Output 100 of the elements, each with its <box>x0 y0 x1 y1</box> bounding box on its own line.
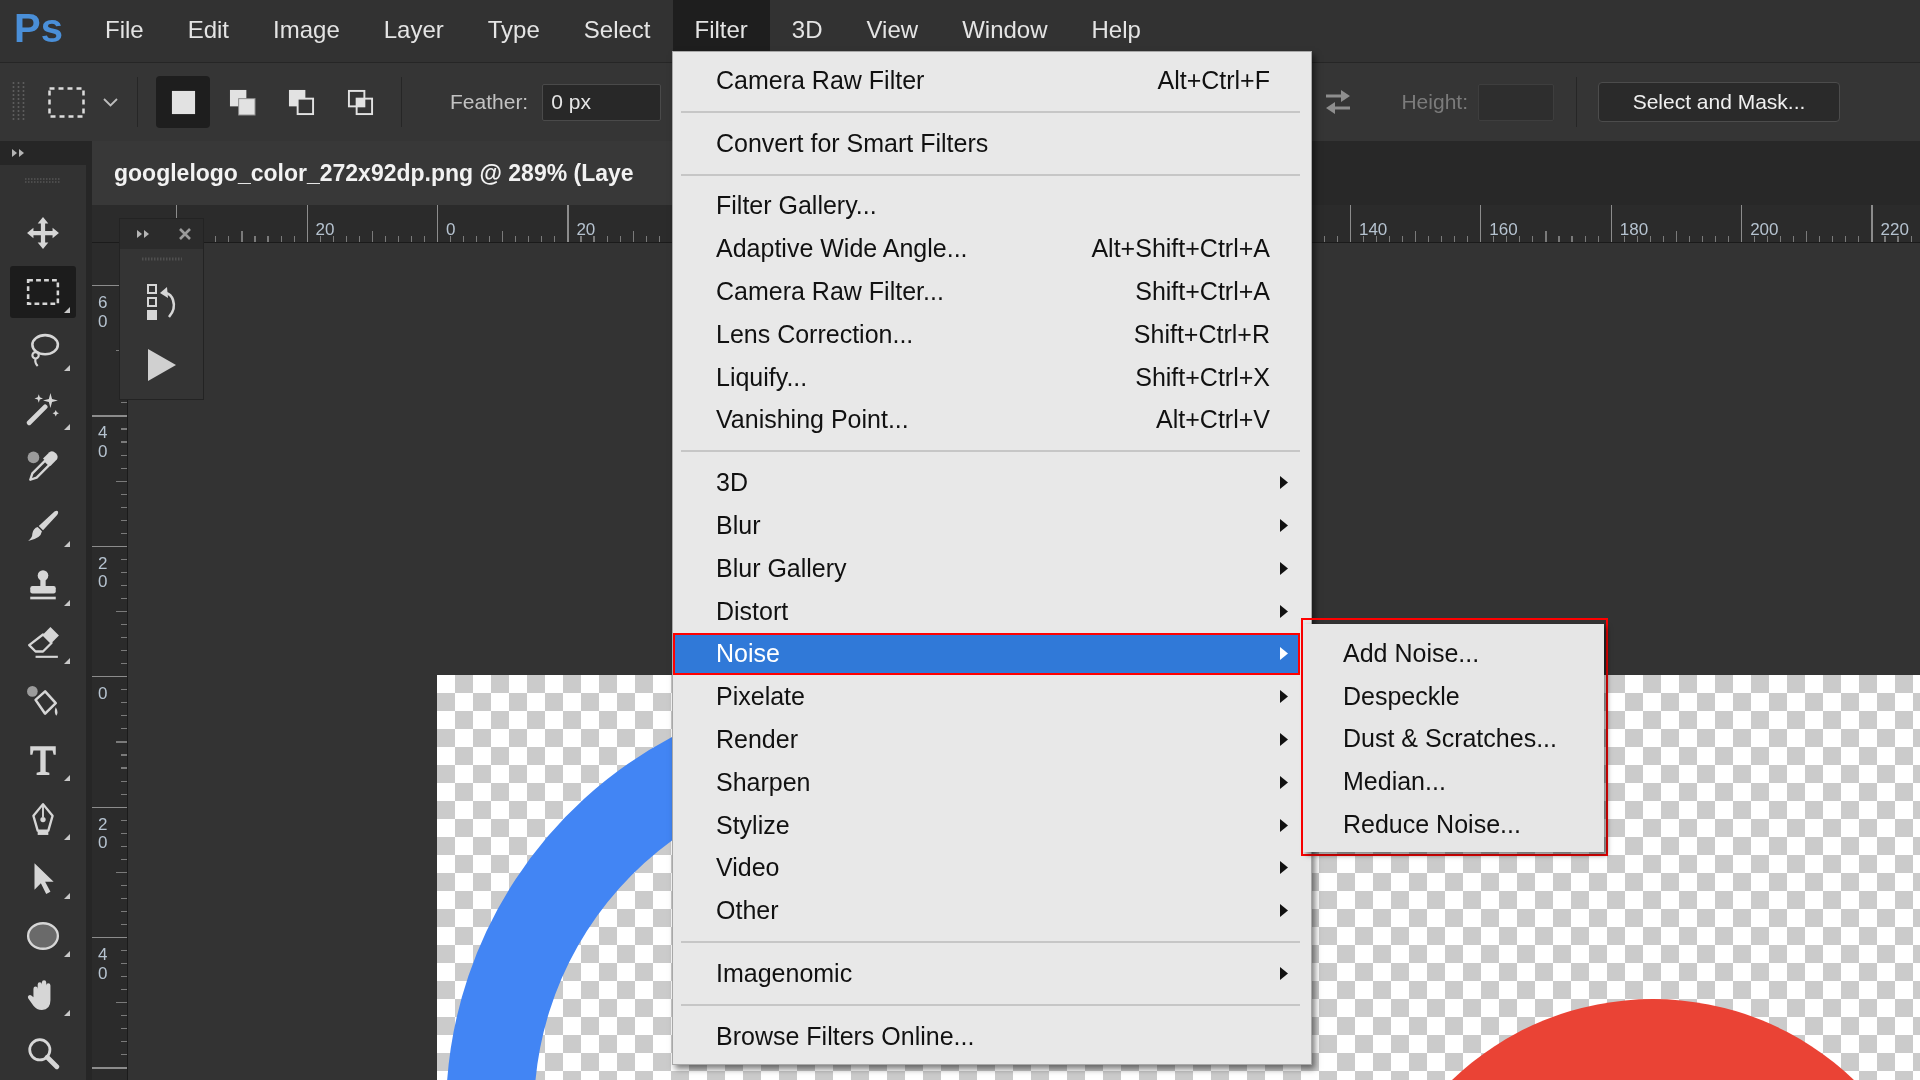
menu-item[interactable]: Browse Filters Online... <box>673 1014 1300 1058</box>
feather-field[interactable]: 0 px <box>542 83 662 121</box>
brush-icon <box>26 508 60 543</box>
corner-triangle-icon <box>64 599 70 606</box>
ruler-label: 0 <box>446 221 456 238</box>
corner-triangle-icon <box>64 892 70 899</box>
eraser-icon <box>26 626 60 661</box>
feather-label: Feather: <box>450 90 529 114</box>
shortcut-label: Alt+Shift+Ctrl+A <box>1091 234 1270 264</box>
menu-item[interactable]: Render <box>673 718 1300 761</box>
corner-triangle-icon <box>64 1009 70 1016</box>
menubar-item[interactable]: Select <box>561 0 673 51</box>
corner-triangle-icon <box>64 951 70 958</box>
document-tab[interactable]: googlelogo_color_272x92dp.png @ 289% (Laye <box>92 141 672 205</box>
submenu-arrow-icon <box>1280 647 1288 661</box>
corner-triangle-icon <box>64 306 70 313</box>
menu-item[interactable]: Blur <box>673 504 1300 547</box>
menu-item[interactable]: Distort <box>673 589 1300 633</box>
ruler-label: 180 <box>1619 221 1649 238</box>
menu-item[interactable]: Convert for Smart Filters <box>673 121 1300 165</box>
shortcut-label: Shift+Ctrl+R <box>1133 319 1270 349</box>
ruler-label: 20 <box>98 815 108 853</box>
chevron-down-icon <box>103 97 118 107</box>
menu-item[interactable]: 3D <box>673 461 1300 505</box>
history-icon[interactable] <box>145 283 178 321</box>
app-logo: Ps <box>14 7 63 48</box>
swap-arrows-icon[interactable] <box>1324 90 1353 114</box>
ruler-label: 0 <box>98 685 108 704</box>
menu-item[interactable]: Pixelate <box>673 675 1300 719</box>
menubar-item[interactable]: File <box>83 0 166 51</box>
menubar-item[interactable]: Edit <box>165 0 252 51</box>
menu-item[interactable]: Blur Gallery <box>673 546 1300 590</box>
menu-item[interactable]: Vanishing Point... Alt+Ctrl+V <box>673 398 1300 442</box>
menu-item[interactable]: Median... <box>1303 760 1604 804</box>
menu-item[interactable]: Other <box>673 889 1300 933</box>
menu-item[interactable]: Despeckle <box>1303 674 1604 718</box>
ruler-label: 220 <box>1880 221 1909 238</box>
menu-item[interactable]: Liquify... Shift+Ctrl+X <box>673 355 1300 399</box>
menu-item[interactable]: Sharpen <box>673 760 1300 804</box>
menu-item[interactable]: Dust & Scratches... <box>1303 717 1604 761</box>
double-chevron-icon[interactable] <box>137 230 150 238</box>
submenu-arrow-icon <box>1280 904 1288 918</box>
ruler-label: 60 <box>98 294 108 332</box>
ruler-label: 140 <box>1358 221 1388 238</box>
ruler-label: 160 <box>1489 221 1518 238</box>
menubar-item[interactable]: View <box>844 0 941 51</box>
double-chevron-icon[interactable] <box>12 149 25 157</box>
ruler-label: 20 <box>315 221 335 238</box>
menu-item[interactable]: Add Noise... <box>1303 632 1604 675</box>
grip-handle-icon[interactable] <box>25 177 61 183</box>
corner-triangle-icon <box>64 540 70 547</box>
magic-wand-icon <box>26 391 60 426</box>
overlapping-squares-icon <box>228 88 256 116</box>
corner-triangle-icon <box>64 658 70 665</box>
square-icon <box>169 88 197 116</box>
menu-item[interactable]: Camera Raw Filter... Shift+Ctrl+A <box>673 270 1300 313</box>
submenu-arrow-icon <box>1280 967 1288 981</box>
menu-item[interactable]: Camera Raw Filter Alt+Ctrl+F <box>673 59 1300 102</box>
submenu-arrow-icon <box>1280 519 1288 533</box>
height-label: Height: <box>1401 90 1468 114</box>
corner-triangle-icon <box>64 775 70 782</box>
subtract-squares-icon <box>287 88 315 116</box>
menu-item[interactable]: Reduce Noise... <box>1303 803 1604 846</box>
menu-item[interactable]: Noise <box>673 632 1300 676</box>
menubar-item[interactable]: Filter <box>672 0 770 51</box>
submenu-arrow-icon <box>1280 775 1288 789</box>
play-icon[interactable] <box>147 349 176 381</box>
zoom-icon <box>26 1036 60 1071</box>
tool-button[interactable] <box>10 265 76 318</box>
ruler-label: 20 <box>98 554 108 593</box>
shortcut-label: Alt+Ctrl+V <box>1156 405 1270 435</box>
menu-item[interactable]: Adaptive Wide Angle... Alt+Shift+Ctrl+A <box>673 227 1300 271</box>
select-and-mask-button[interactable]: Select and Mask... <box>1598 82 1840 122</box>
ruler-label: 20 <box>576 221 596 238</box>
menu-item[interactable]: Video <box>673 846 1300 890</box>
corner-triangle-icon <box>64 365 70 372</box>
new-selection-button[interactable] <box>156 76 210 128</box>
menu-item[interactable]: Stylize <box>673 803 1300 847</box>
intersect-squares-icon <box>346 88 374 116</box>
ruler-label: 200 <box>1750 221 1779 238</box>
corner-triangle-icon <box>64 423 70 430</box>
submenu-arrow-icon <box>1280 604 1288 618</box>
submenu-arrow-icon <box>1280 861 1288 875</box>
submenu-arrow-icon <box>1280 561 1288 575</box>
submenu-arrow-icon <box>1280 476 1288 490</box>
ruler-label: 40 <box>98 424 108 462</box>
menu-item[interactable]: Filter Gallery... <box>673 184 1300 228</box>
menubar-item[interactable]: Layer <box>361 0 466 51</box>
move-icon <box>26 216 60 250</box>
grip-handle-icon[interactable] <box>12 82 25 122</box>
menu-item[interactable]: Imagenomic <box>673 952 1300 995</box>
menu-item[interactable]: Lens Correction... Shift+Ctrl+R <box>673 313 1300 356</box>
menubar-item[interactable]: Image <box>251 0 362 51</box>
marquee-icon <box>48 86 85 118</box>
menubar-item[interactable]: Help <box>1069 0 1163 51</box>
menubar-item[interactable]: Type <box>465 0 562 51</box>
menubar-item[interactable]: 3D <box>769 0 845 51</box>
submenu-arrow-icon <box>1280 733 1288 747</box>
close-icon[interactable] <box>179 228 191 240</box>
menubar-item[interactable]: Window <box>940 0 1070 51</box>
